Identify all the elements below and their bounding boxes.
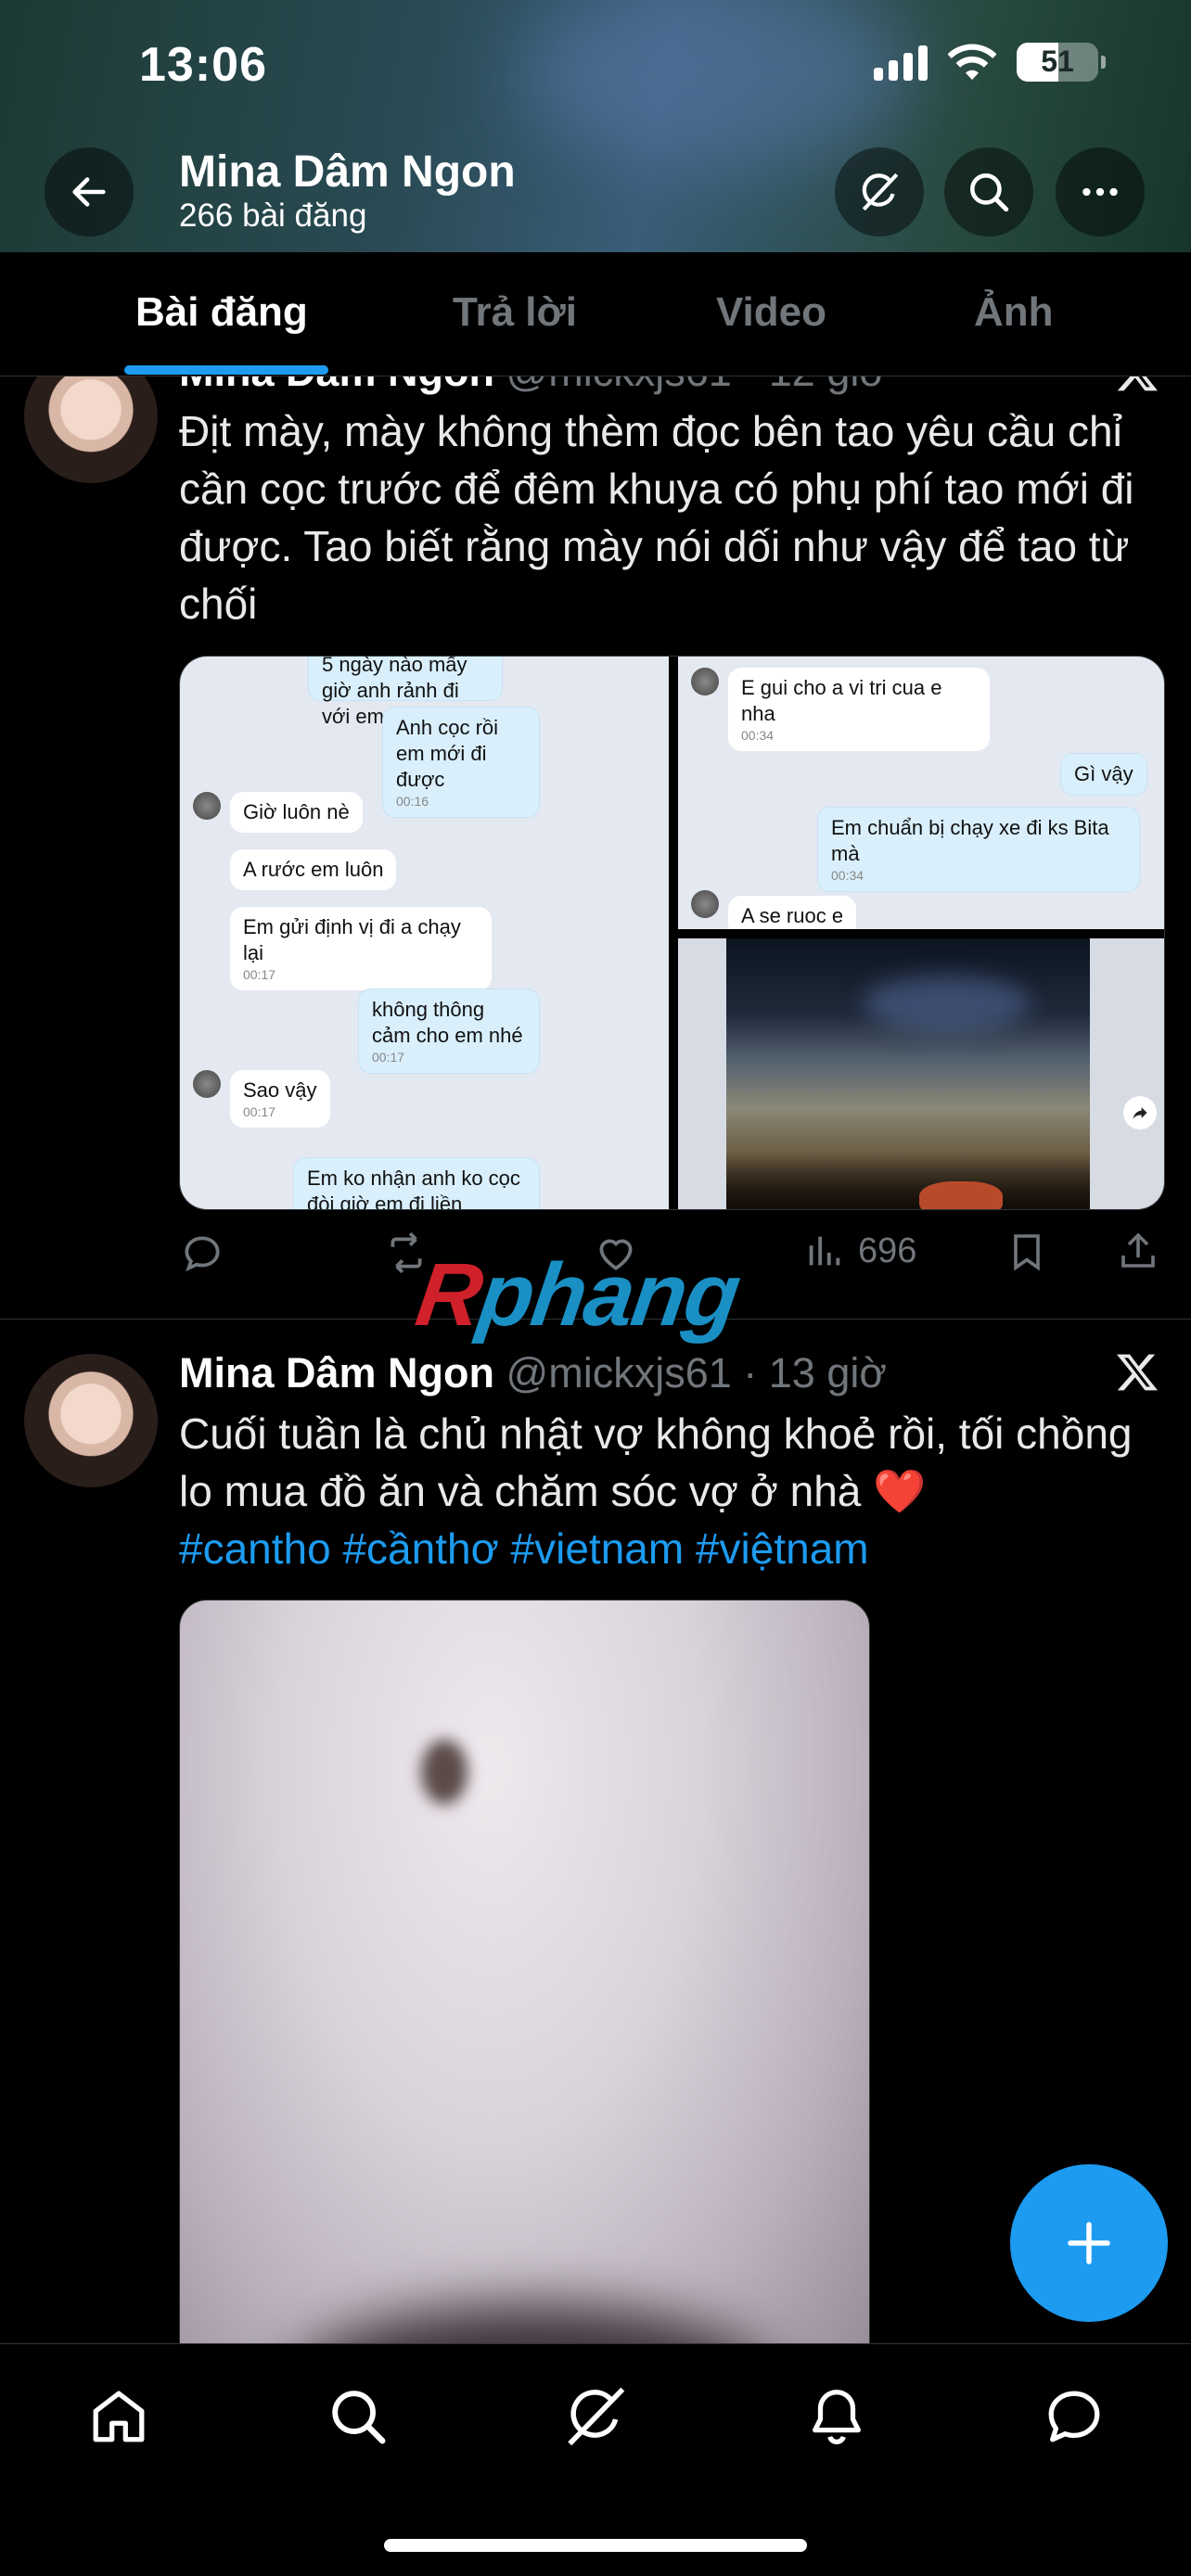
- arrow-left-icon: [72, 177, 106, 207]
- more-button[interactable]: [1056, 147, 1145, 236]
- nav-home[interactable]: [82, 2379, 156, 2454]
- status-icons: 51: [874, 43, 1106, 82]
- x-logo-icon: [1117, 1354, 1158, 1391]
- bookmark-icon: [1014, 1234, 1040, 1271]
- nav-search[interactable]: [321, 2379, 395, 2454]
- avatar[interactable]: [24, 1354, 158, 1487]
- share-arrow-icon[interactable]: [1123, 1096, 1157, 1129]
- chat-bubble: Anh cọc rồi em mới đi được 00:16: [382, 707, 540, 818]
- home-indicator[interactable]: [384, 2539, 807, 2552]
- chat-bubble: không thông cảm cho em nhé 00:17: [358, 988, 540, 1074]
- wifi-icon: [948, 44, 996, 80]
- share-icon: [1121, 1232, 1155, 1268]
- bell-icon: [813, 2390, 861, 2444]
- tab-posts[interactable]: Bài đăng: [135, 289, 308, 336]
- message-icon: [1048, 2391, 1100, 2442]
- nav-notifications[interactable]: [800, 2379, 874, 2454]
- chat-bubble: E gui cho a vi tri cua e nha 00:34: [728, 668, 990, 751]
- grok-button[interactable]: [835, 147, 924, 236]
- chat-bubble: Giờ luôn nè: [230, 792, 363, 833]
- profile-tabs: Bài đăng Trả lời Video Ảnh: [0, 252, 1191, 376]
- more-icon: [1082, 187, 1118, 197]
- nav-grok[interactable]: [558, 2379, 633, 2454]
- tab-video[interactable]: Video: [716, 289, 826, 336]
- app-root: Mina Dâm Ngon @mickxjs61 · 12 giờ Địt mà…: [0, 0, 1191, 2576]
- active-tab-indicator: [124, 365, 328, 375]
- chat-bubble: Em ko nhận anh ko cọc đòi giờ em đi liền: [293, 1157, 540, 1209]
- chat-bubble: Gì vậy: [1060, 753, 1147, 796]
- separator-dot: ·: [743, 1349, 758, 1396]
- search-button[interactable]: [944, 147, 1033, 236]
- status-time: 13:06: [139, 38, 267, 92]
- post-hashtags[interactable]: #cantho #cầnthơ #vietnam #việtnam: [179, 1524, 869, 1573]
- grok-icon: [568, 2387, 625, 2446]
- post-header: Mina Dâm Ngon @mickxjs61 · 13 giờ: [179, 1349, 887, 1397]
- share-button[interactable]: [1116, 1230, 1160, 1274]
- chat-bubble: Em chuẩn bị chạy xe đi ks Bita mà 00:34: [817, 807, 1140, 892]
- profile-header: 13:06 51 Mina Dâm Ngon 266 bài đăng: [0, 0, 1191, 252]
- post-text: Cuối tuần là chủ nhật vợ không khoẻ rồi,…: [179, 1405, 1172, 1577]
- battery-icon: 51: [1017, 43, 1106, 82]
- search-icon: [970, 173, 1009, 212]
- reply-icon: [185, 1236, 220, 1272]
- grok-icon: [862, 172, 899, 211]
- chat-avatar: [691, 668, 719, 695]
- home-icon: [93, 2391, 145, 2442]
- road-video-thumbnail[interactable]: [678, 938, 1164, 1209]
- views-count: 696: [858, 1231, 917, 1270]
- bookmark-button[interactable]: [1005, 1230, 1049, 1274]
- views-icon: [809, 1236, 840, 1266]
- chat-bubble: Sao vậy 00:17: [230, 1070, 330, 1128]
- compose-button[interactable]: [1010, 2164, 1168, 2322]
- post-time: 13 giờ: [768, 1349, 887, 1396]
- post-body: Cuối tuần là chủ nhật vợ không khoẻ rồi,…: [179, 1409, 1133, 1515]
- watermark-logo: Rphang: [410, 1245, 745, 1345]
- views-button[interactable]: 696: [802, 1230, 916, 1272]
- chat-avatar: [193, 792, 221, 820]
- profile-name: Mina Dâm Ngon: [179, 147, 516, 197]
- reply-button[interactable]: [179, 1230, 225, 1276]
- plus-icon: [1068, 2222, 1110, 2264]
- post-text: Địt mày, mày không thèm đọc bên tao yêu …: [179, 407, 1134, 628]
- chat-bubble: A rước em luôn: [230, 849, 397, 890]
- chat-screenshot-right[interactable]: E gui cho a vi tri cua e nha 00:34 Gì vậy…: [678, 657, 1164, 929]
- chat-bubble: A se ruoc e: [728, 896, 857, 929]
- battery-level: 51: [1041, 45, 1074, 78]
- chat-avatar: [691, 890, 719, 918]
- chat-bubble: Em gửi định vị đi a chạy lại 00:17: [230, 907, 492, 990]
- author-name[interactable]: Mina Dâm Ngon: [179, 1349, 494, 1396]
- chat-bubble: 5 ngày nào mấy giờ anh rảnh đi với em: [308, 657, 503, 728]
- post-count: 266 bài đăng: [179, 198, 367, 234]
- nav-messages[interactable]: [1037, 2379, 1111, 2454]
- cellular-signal-icon: [874, 44, 928, 81]
- author-handle[interactable]: @mickxjs61: [506, 1349, 732, 1396]
- tab-replies[interactable]: Trả lời: [453, 289, 577, 336]
- tab-photos[interactable]: Ảnh: [974, 289, 1054, 336]
- chat-screenshot-left[interactable]: 5 ngày nào mấy giờ anh rảnh đi với em An…: [180, 657, 669, 1209]
- back-button[interactable]: [45, 147, 134, 236]
- media-grid[interactable]: 5 ngày nào mấy giờ anh rảnh đi với em An…: [179, 656, 1165, 1210]
- chat-avatar: [193, 1070, 221, 1098]
- post-image[interactable]: [179, 1600, 870, 2434]
- search-icon: [332, 2391, 386, 2444]
